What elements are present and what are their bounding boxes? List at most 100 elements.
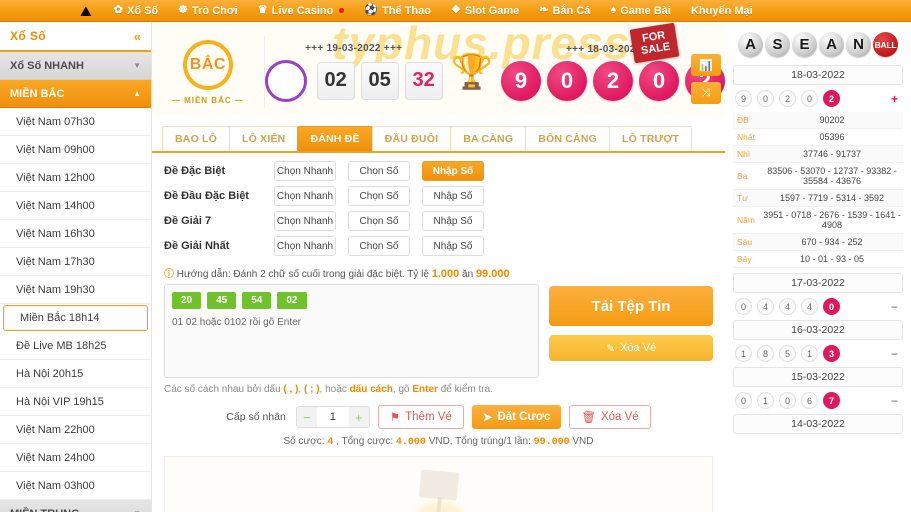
expand-results-icon[interactable]: +	[888, 92, 901, 105]
stepper-value[interactable]: 1	[317, 407, 349, 427]
sidebar-item-ha-noi-vip-1915[interactable]: Hà Nội VIP 19h15	[0, 388, 151, 416]
result-date-history: 14-03-2022	[733, 414, 903, 434]
sidebar-item-vn-0730[interactable]: Việt Nam 07h30	[0, 108, 151, 136]
enter-number-button[interactable]: Nhập Số	[422, 211, 484, 231]
prize-value: 05396	[761, 129, 903, 146]
tab-bon-cang[interactable]: BỐN CÀNG	[525, 126, 610, 151]
table-row: Tư 1597 - 7719 - 5314 - 3592	[733, 190, 903, 207]
collapse-icon[interactable]: «	[134, 29, 141, 44]
collapse-results-icon[interactable]: −	[888, 347, 901, 360]
add-ticket-button[interactable]: ⚑ Thêm Vé	[378, 405, 464, 429]
sidebar-item-mien-bac-1814[interactable]: Miền Bắc 18h14	[3, 305, 148, 331]
sidebar-item-vn-0900[interactable]: Việt Nam 09h00	[0, 136, 151, 164]
enter-number-button[interactable]: Nhập Số	[422, 186, 484, 206]
prize-label: Ba	[733, 163, 761, 190]
collapse-results-icon[interactable]: −	[888, 300, 901, 313]
selected-number-chips: 20 45 54 02	[172, 292, 531, 309]
note-part-4: , gõ	[393, 384, 410, 395]
sidebar-group-xo-so-nhanh[interactable]: Xổ Số NHANH ▼	[0, 52, 151, 80]
stepper-minus-button[interactable]: −	[297, 407, 317, 427]
stats-icon[interactable]: 📊	[691, 54, 721, 76]
asean-letter: A	[738, 32, 763, 57]
nav-item-fishing[interactable]: ❧ Bắn Cá	[539, 5, 590, 17]
quick-pick-button[interactable]: Chọn Nhanh	[274, 161, 336, 181]
result-date-current: 18-03-2022	[733, 65, 903, 85]
number-chip[interactable]: 02	[277, 292, 306, 309]
tab-danh-de[interactable]: ĐÁNH ĐỀ	[297, 126, 372, 151]
quick-pick-button[interactable]: Chọn Nhanh	[274, 236, 336, 256]
nav-item-home[interactable]: ⛰	[80, 4, 92, 18]
sidebar-group-mien-bac[interactable]: MIỀN BẮC ▲	[0, 80, 151, 108]
sidebar-item-vn-2200[interactable]: Việt Nam 22h00	[0, 416, 151, 444]
sidebar-item-vn-2400[interactable]: Việt Nam 24h00	[0, 444, 151, 472]
nav-item-games[interactable]: ☸ Trò Chơi	[178, 5, 238, 17]
number-chip[interactable]: 54	[242, 292, 271, 309]
table-row: Năm 3951 - 0718 - 2676 - 1539 - 1641 - 4…	[733, 207, 903, 234]
choose-number-button[interactable]: Chọn Số	[348, 161, 410, 181]
bet-options-form: Đề Đặc Biệt Chọn Nhanh Chọn Số Nhập Số Đ…	[152, 153, 725, 256]
tab-lo-xien[interactable]: LÔ XIÊN	[229, 126, 298, 151]
sidebar-item-vn-1200[interactable]: Việt Nam 12h00	[0, 164, 151, 192]
for-sale-badge[interactable]: FOR SALE	[629, 23, 679, 64]
number-entry-input[interactable]: 20 45 54 02 01 02 hoặc 0102 rồi gõ Enter	[164, 284, 539, 378]
summary-label-3: VND, Tổng trúng/1 lần:	[429, 436, 531, 447]
nav-item-promotions[interactable]: Khuyến Mại	[691, 5, 753, 17]
enter-number-button[interactable]: Nhập Số	[422, 236, 484, 256]
choose-number-button[interactable]: Chọn Số	[348, 186, 410, 206]
prize-table: ĐB 90202 Nhất 05396 Nhì 37746 - 91737 Ba…	[733, 112, 903, 268]
nav-item-lottery[interactable]: ✿ Xổ Số	[114, 5, 158, 17]
prize-label: ĐB	[733, 112, 761, 129]
sidebar-item-de-live-mb-1825[interactable]: Đề Live MB 18h25	[0, 332, 151, 360]
sidebar-item-label: Hà Nội VIP 19h15	[16, 396, 104, 408]
tab-lo-truot[interactable]: LÔ TRƯỢT	[609, 126, 692, 151]
chevron-up-icon: ▲	[133, 89, 141, 98]
table-row: ĐB 90202	[733, 112, 903, 129]
clear-ticket-button[interactable]: ✎ Xóa Vé	[549, 335, 713, 361]
quick-pick-button[interactable]: Chọn Nhanh	[274, 186, 336, 206]
sidebar-item-label: Hà Nội 20h15	[16, 368, 83, 380]
result-balls-history: 0 1 0 6 7 −	[733, 392, 903, 414]
number-chip[interactable]: 20	[172, 292, 201, 309]
choose-number-button[interactable]: Chọn Số	[348, 236, 410, 256]
choose-number-button[interactable]: Chọn Số	[348, 211, 410, 231]
sidebar-item-vn-1400[interactable]: Việt Nam 14h00	[0, 192, 151, 220]
prize-label: Nhất	[733, 129, 761, 146]
number-chip[interactable]: 45	[207, 292, 236, 309]
stepper-plus-button[interactable]: +	[349, 407, 369, 427]
bet-row-label: Đề Đặc Biệt	[164, 165, 274, 177]
result-ball: 0	[639, 61, 679, 101]
sidebar-item-vn-0300[interactable]: Việt Nam 03h00	[0, 472, 151, 500]
result-digit: 2	[779, 90, 796, 107]
note-part-3: , hoặc	[320, 384, 347, 395]
tab-bao-lo[interactable]: BAO LÔ	[162, 126, 230, 151]
delete-ticket-button[interactable]: 🗑 Xóa Vé	[569, 405, 650, 429]
cards-icon: ♠	[610, 5, 616, 16]
sidebar-group-mien-trung[interactable]: MIỀN TRUNG ▼	[0, 500, 151, 512]
sidebar-item-vn-1630[interactable]: Việt Nam 16h30	[0, 220, 151, 248]
guide-ratio-label: Tỷ lệ	[407, 269, 429, 280]
sidebar-item-vn-1730[interactable]: Việt Nam 17h30	[0, 248, 151, 276]
casino-icon: ♛	[258, 5, 268, 16]
tab-ba-cang[interactable]: BA CÀNG	[450, 126, 526, 151]
nav-item-sports[interactable]: ⚽ Thể Thao	[364, 5, 431, 17]
sidebar-item-vn-1930[interactable]: Việt Nam 19h30	[0, 276, 151, 304]
nav-item-live-casino[interactable]: ♛ Live Casino	[258, 5, 345, 17]
result-digit: 0	[801, 90, 818, 107]
summary-label-2: , Tổng cược:	[336, 436, 393, 447]
quick-pick-button[interactable]: Chọn Nhanh	[274, 211, 336, 231]
body-wrapper: Xổ Số « Xổ Số NHANH ▼ MIỀN BẮC ▲ Việt Na…	[0, 22, 911, 512]
place-bet-button[interactable]: ➤ Đặt Cược	[472, 405, 562, 429]
shuffle-icon[interactable]: ⤨	[691, 82, 721, 104]
result-balls-current: 9 0 2 0 2 +	[733, 90, 903, 112]
nav-item-slot-game[interactable]: ❖ Slot Game	[451, 5, 519, 17]
nav-item-card-game[interactable]: ♠ Game Bài	[610, 5, 671, 17]
enter-number-button[interactable]: Nhập Số	[422, 161, 484, 181]
upload-file-button[interactable]: Tải Tệp Tin	[549, 286, 713, 326]
sidebar-group-label: MIỀN BẮC	[10, 88, 64, 100]
note-part-1: Các số cách nhau bởi dấu	[164, 384, 281, 395]
tab-dau-duoi[interactable]: ĐẦU ĐUÔI	[372, 126, 452, 151]
sidebar-item-ha-noi-2015[interactable]: Hà Nội 20h15	[0, 360, 151, 388]
asean-letter: N	[846, 32, 871, 57]
collapse-results-icon[interactable]: −	[888, 394, 901, 407]
table-row: Bảy 10 - 01 - 93 - 05	[733, 251, 903, 268]
